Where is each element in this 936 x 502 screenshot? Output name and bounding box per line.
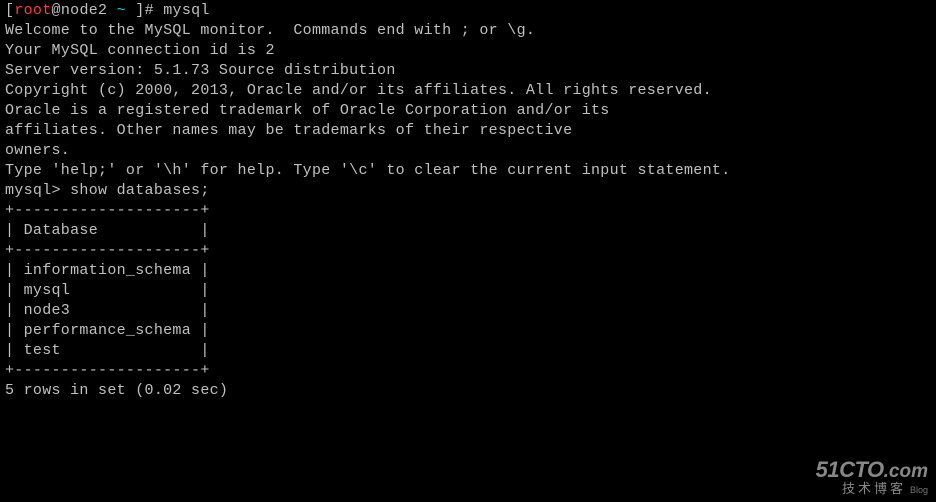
output-line: Welcome to the MySQL monitor. Commands e… <box>5 21 931 41</box>
watermark-tiny: Blog <box>910 485 928 495</box>
table-row: | information_schema | <box>5 261 931 281</box>
table-row: | performance_schema | <box>5 321 931 341</box>
table-border: +--------------------+ <box>5 361 931 381</box>
table-row: | test | <box>5 341 931 361</box>
prompt-at: @ <box>52 2 61 19</box>
result-line: 5 rows in set (0.02 sec) <box>5 381 931 401</box>
watermark-brand-left: 51CTO <box>816 457 884 482</box>
mysql-prompt: mysql> <box>5 182 61 199</box>
output-line: Server version: 5.1.73 Source distributi… <box>5 61 931 81</box>
output-line: affiliates. Other names may be trademark… <box>5 121 931 141</box>
bracket-close: ]# <box>135 2 154 19</box>
watermark-brand: 51CTO.com <box>816 458 928 482</box>
table-header: | Database | <box>5 221 931 241</box>
mysql-command: show databases; <box>70 182 210 199</box>
prompt-space2 <box>126 2 135 19</box>
bracket-open: [ <box>5 2 14 19</box>
prompt-space3 <box>154 2 163 19</box>
mysql-prompt-line: mysql> show databases; <box>5 181 931 201</box>
table-row: | node3 | <box>5 301 931 321</box>
shell-prompt-line: [root@node2 ~ ]# mysql <box>5 1 931 21</box>
prompt-space <box>107 2 116 19</box>
prompt-host: node2 <box>61 2 108 19</box>
watermark-brand-right: .com <box>884 461 928 482</box>
output-line: Type 'help;' or '\h' for help. Type '\c'… <box>5 161 931 181</box>
prompt-user: root <box>14 2 51 19</box>
shell-command: mysql <box>163 2 210 19</box>
table-row: | mysql | <box>5 281 931 301</box>
terminal[interactable]: [root@node2 ~ ]# mysqlWelcome to the MyS… <box>0 0 936 402</box>
table-border: +--------------------+ <box>5 201 931 221</box>
output-line: owners. <box>5 141 931 161</box>
mysql-space <box>61 182 70 199</box>
output-line: Oracle is a registered trademark of Orac… <box>5 101 931 121</box>
prompt-path: ~ <box>117 2 126 19</box>
output-line: Copyright (c) 2000, 2013, Oracle and/or … <box>5 81 931 101</box>
table-border: +--------------------+ <box>5 241 931 261</box>
watermark-sub: 技术博客Blog <box>816 482 928 496</box>
output-line: Your MySQL connection id is 2 <box>5 41 931 61</box>
watermark: 51CTO.com 技术博客Blog <box>816 458 928 496</box>
